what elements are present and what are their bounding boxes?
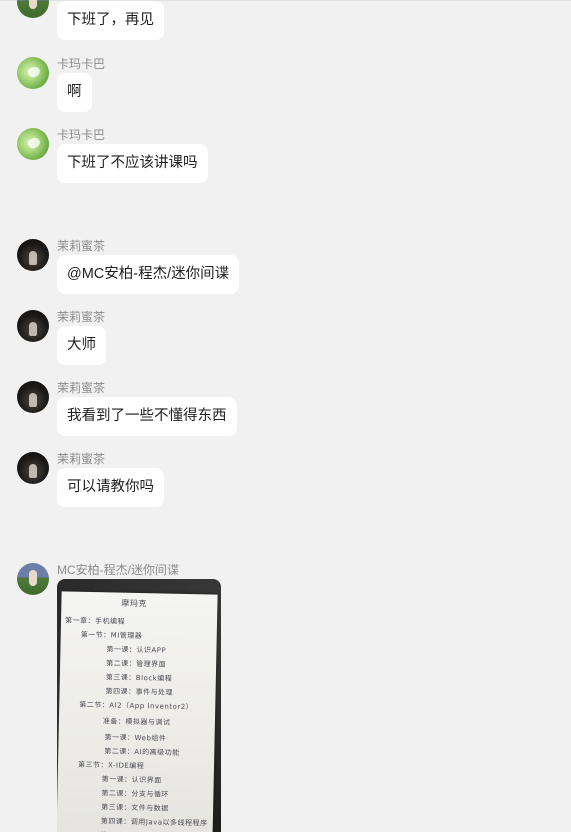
notes-paper: 摩玛克 第一章：手机编程 第一节：MI管理器 第一课：认识APP 第二课：管理界面 第三… <box>57 591 218 832</box>
notes-title: 摩玛克 <box>121 598 147 609</box>
avatar[interactable] <box>17 310 49 342</box>
message-bubble[interactable]: 大师 <box>57 326 106 365</box>
avatar[interactable] <box>17 128 49 160</box>
notes-line: 第三课：文件与数据 <box>101 803 169 813</box>
notes-line: 第一章：手机编程 <box>64 616 126 626</box>
message-bubble[interactable]: @MC安柏-程杰/迷你间谍 <box>57 255 240 294</box>
image-message[interactable]: 摩玛克 第一章：手机编程 第一节：MI管理器 第一课：认识APP 第二课：管理界面 第三… <box>57 579 221 832</box>
notes-line: 第三节：X-IDE编程 <box>77 760 145 771</box>
sender-name: 茉莉蜜茶 <box>57 310 106 324</box>
sender-name: 卡玛卡巴 <box>57 128 106 142</box>
notes-line: 第四课：调用Java以多线程程序 <box>100 817 208 828</box>
notes-line: 第一节：MI管理器 <box>80 630 143 641</box>
sender-name: 卡玛卡巴 <box>57 57 106 71</box>
notes-line: 第二课：分支与循环 <box>101 789 169 799</box>
notes-line: 第二节：AI2（App Inventor2） <box>79 700 194 712</box>
message-bubble[interactable]: 啊 <box>57 73 92 112</box>
sender-name: 茉莉蜜茶 <box>57 452 106 466</box>
message-bubble[interactable]: 下班了不应该讲课吗 <box>57 144 208 183</box>
message-bubble[interactable]: 我看到了一些不懂得东西 <box>57 397 237 436</box>
avatar[interactable] <box>17 57 49 89</box>
notes-line: 第二课：AI的高级功能 <box>104 747 180 757</box>
avatar[interactable] <box>17 452 49 484</box>
notes-line: 第三课：Block编程 <box>105 673 173 683</box>
message-bubble[interactable]: 可以请教你吗 <box>57 468 164 507</box>
avatar[interactable] <box>17 563 49 595</box>
notes-line: 第一课：认识APP <box>106 645 167 655</box>
avatar[interactable] <box>17 381 49 413</box>
notes-line: 第一课：Web组件 <box>104 733 167 743</box>
sender-name: 茉莉蜜茶 <box>57 239 106 253</box>
notes-line: 第四课：事件与处理 <box>105 687 174 697</box>
avatar[interactable] <box>17 0 49 18</box>
notes-line: 第二课：管理界面 <box>106 659 167 669</box>
sender-name: 茉莉蜜茶 <box>57 381 106 395</box>
notes-line: 第一课：认识界面 <box>101 775 162 785</box>
message-bubble[interactable]: 下班了，再见 <box>57 1 164 40</box>
notes-line: 准备：模拟器与调试 <box>102 717 171 727</box>
avatar[interactable] <box>17 239 49 271</box>
sender-name: MC安柏-程杰/迷你间谍 <box>57 563 179 577</box>
